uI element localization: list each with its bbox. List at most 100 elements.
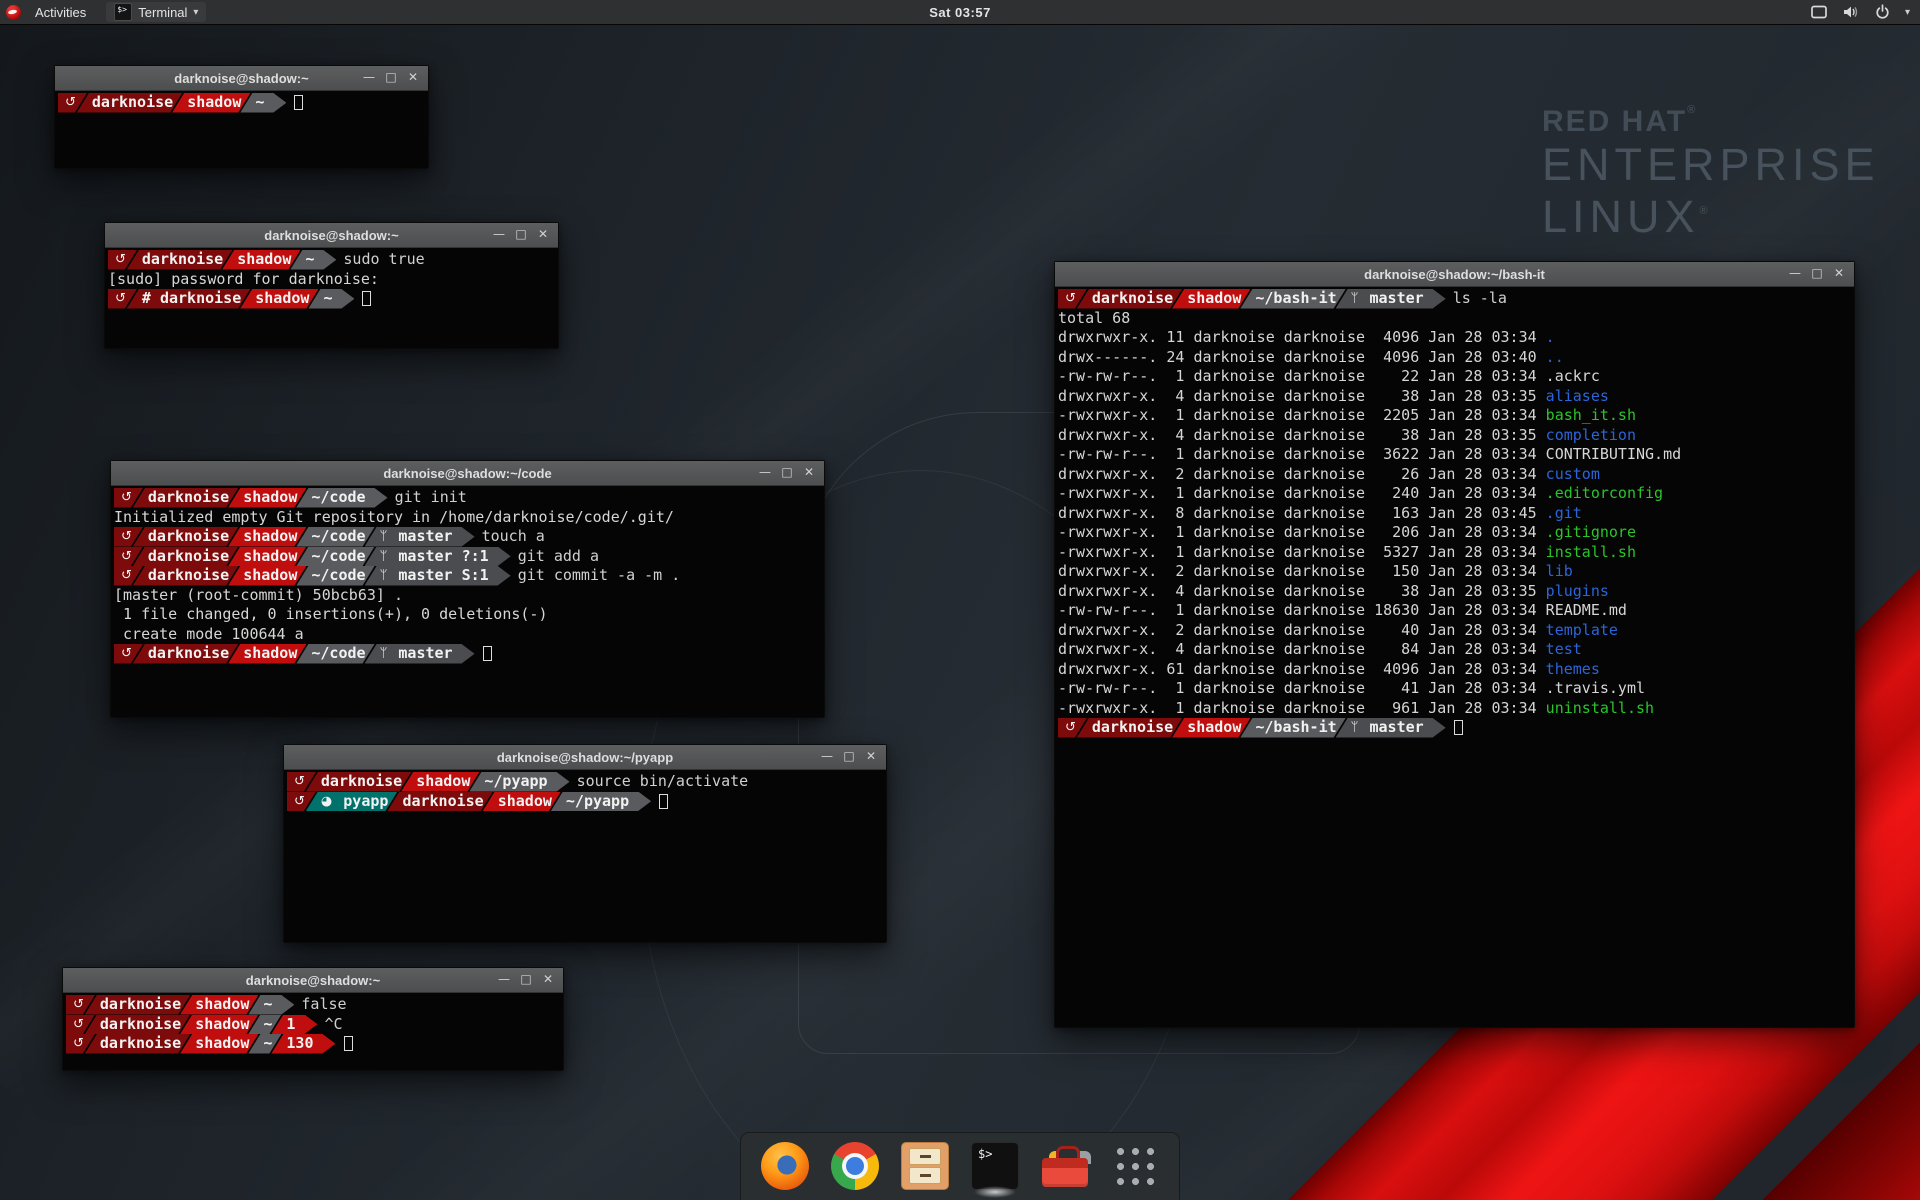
- dock-item-app-grid[interactable]: [1111, 1142, 1159, 1190]
- prompt-segment: ~/code: [296, 527, 374, 547]
- command-text: ^C: [324, 1015, 342, 1035]
- output-line: drwxrwxr-x. 2 darknoise darknoise 26 Jan…: [1058, 465, 1852, 485]
- terminal-cursor[interactable]: [344, 1036, 353, 1051]
- output-text: -rwxrwxr-x. 1 darknoise darknoise 961 Ja…: [1058, 699, 1546, 719]
- command-text: git add a: [518, 547, 599, 567]
- notification-tray-icon[interactable]: [1810, 4, 1828, 20]
- dock-item-toolbox[interactable]: [1041, 1142, 1089, 1190]
- file-name: aliases: [1546, 387, 1609, 407]
- close-button[interactable]: ✕: [800, 464, 818, 482]
- terminal-cursor[interactable]: [659, 794, 668, 809]
- redhat-logo-icon: [6, 5, 21, 20]
- registered-mark: ®: [1700, 205, 1713, 217]
- terminal-content[interactable]: ↺darknoiseshadow~: [55, 91, 428, 168]
- dock-item-file-manager[interactable]: [901, 1142, 949, 1190]
- app-menu-terminal[interactable]: $> Terminal ▾: [106, 2, 206, 22]
- window-titlebar[interactable]: darknoise@shadow:~ —□✕: [63, 968, 563, 993]
- maximize-button[interactable]: □: [778, 464, 796, 482]
- close-button[interactable]: ✕: [862, 748, 880, 766]
- maximize-button[interactable]: □: [512, 226, 530, 244]
- maximize-button[interactable]: □: [1808, 265, 1826, 283]
- terminal-cursor[interactable]: [362, 291, 371, 306]
- close-button[interactable]: ✕: [404, 69, 422, 87]
- maximize-button[interactable]: □: [517, 971, 535, 989]
- output-text: drwxrwxr-x. 4 darknoise darknoise 84 Jan…: [1058, 640, 1546, 660]
- output-text: -rw-rw-r--. 1 darknoise darknoise 41 Jan…: [1058, 679, 1546, 699]
- prompt-segment: darknoise: [133, 566, 238, 586]
- power-icon[interactable]: [1874, 4, 1891, 20]
- redhat-icon: ↺: [294, 792, 305, 812]
- clock[interactable]: Sat 03:57: [929, 5, 991, 20]
- window-title: darknoise@shadow:~: [63, 973, 563, 988]
- minimize-button[interactable]: —: [756, 464, 774, 482]
- terminal-window: darknoise@shadow:~/bash-it —□✕ ↺darknois…: [1054, 261, 1855, 1028]
- terminal-window: darknoise@shadow:~/code —□✕ ↺darknoisesh…: [110, 460, 825, 718]
- terminal-content[interactable]: ↺darknoiseshadow~/bash-itᛘ masterls -lat…: [1055, 287, 1854, 1027]
- output-line: -rw-rw-r--. 1 darknoise darknoise 3622 J…: [1058, 445, 1852, 465]
- terminal-content[interactable]: ↺darknoiseshadow~/pyappsource bin/activa…: [284, 770, 886, 942]
- prompt-segment: darknoise: [1077, 289, 1182, 309]
- prompt-line: ↺◕ pyappdarknoiseshadow~/pyapp: [287, 792, 884, 812]
- output-text: drwxrwxr-x. 4 darknoise darknoise 38 Jan…: [1058, 387, 1546, 407]
- terminal-cursor[interactable]: [483, 646, 492, 661]
- prompt-segment: ᛘ master S:1: [365, 566, 511, 586]
- window-titlebar[interactable]: darknoise@shadow:~/bash-it —□✕: [1055, 262, 1854, 287]
- dock-item-chrome-browser[interactable]: [831, 1142, 879, 1190]
- prompt-line: ↺darknoiseshadow~130: [66, 1034, 561, 1054]
- git-branch-icon: ᛘ: [380, 644, 388, 664]
- minimize-button[interactable]: —: [490, 226, 508, 244]
- window-title: darknoise@shadow:~/bash-it: [1055, 267, 1854, 282]
- file-name: .travis.yml: [1546, 679, 1645, 699]
- window-titlebar[interactable]: darknoise@shadow:~ —□✕: [55, 66, 428, 91]
- output-text: -rwxrwxr-x. 1 darknoise darknoise 2205 J…: [1058, 406, 1546, 426]
- minimize-button[interactable]: —: [495, 971, 513, 989]
- dock-item-terminal[interactable]: $>: [971, 1142, 1019, 1190]
- app-grid-icon: [1113, 1144, 1158, 1189]
- output-line: drwx------. 24 darknoise darknoise 4096 …: [1058, 348, 1852, 368]
- maximize-button[interactable]: □: [840, 748, 858, 766]
- prompt-segment: darknoise: [85, 1015, 190, 1035]
- output-line: Initialized empty Git repository in /hom…: [114, 508, 822, 528]
- prompt-segment: ~/pyapp: [469, 772, 569, 792]
- window-titlebar[interactable]: darknoise@shadow:~/pyapp —□✕: [284, 745, 886, 770]
- terminal-content[interactable]: ↺darknoiseshadow~false↺darknoiseshadow~1…: [63, 993, 563, 1070]
- redhat-icon: ↺: [73, 1015, 84, 1035]
- file-name: .editorconfig: [1546, 484, 1663, 504]
- terminal-content[interactable]: ↺darknoiseshadow~/codegit initInitialize…: [111, 486, 824, 717]
- output-line: -rw-rw-r--. 1 darknoise darknoise 18630 …: [1058, 601, 1852, 621]
- output-line: -rw-rw-r--. 1 darknoise darknoise 22 Jan…: [1058, 367, 1852, 387]
- toolbox-icon: [1041, 1142, 1089, 1190]
- output-line: drwxrwxr-x. 4 darknoise darknoise 84 Jan…: [1058, 640, 1852, 660]
- close-button[interactable]: ✕: [534, 226, 552, 244]
- activities-button[interactable]: Activities: [27, 3, 94, 22]
- prompt-line: ↺darknoiseshadow~/codeᛘ master ?:1git ad…: [114, 547, 822, 567]
- terminal-cursor[interactable]: [294, 95, 303, 110]
- output-line: -rwxrwxr-x. 1 darknoise darknoise 240 Ja…: [1058, 484, 1852, 504]
- maximize-button[interactable]: □: [382, 69, 400, 87]
- prompt-segment: ~/pyapp: [551, 792, 651, 812]
- redhat-icon: ↺: [115, 289, 126, 309]
- terminal-content[interactable]: ↺darknoiseshadow~sudo true[sudo] passwor…: [105, 248, 558, 348]
- chevron-down-icon[interactable]: ▾: [1905, 7, 1910, 18]
- minimize-button[interactable]: —: [1786, 265, 1804, 283]
- redhat-icon: ↺: [121, 547, 132, 567]
- window-controls: —□✕: [360, 69, 428, 87]
- terminal-window: darknoise@shadow:~/pyapp —□✕ ↺darknoises…: [283, 744, 887, 943]
- window-titlebar[interactable]: darknoise@shadow:~/code —□✕: [111, 461, 824, 486]
- output-text: [sudo] password for darknoise:: [108, 270, 379, 290]
- terminal-cursor[interactable]: [1454, 720, 1463, 735]
- window-titlebar[interactable]: darknoise@shadow:~ —□✕: [105, 223, 558, 248]
- output-line: drwxrwxr-x. 2 darknoise darknoise 150 Ja…: [1058, 562, 1852, 582]
- command-text: git init: [395, 488, 467, 508]
- volume-icon[interactable]: [1842, 4, 1860, 20]
- top-bar: Activities $> Terminal ▾ Sat 03:57 ▾: [0, 0, 1920, 25]
- prompt-line: ↺darknoiseshadow~/codeᛘ mastertouch a: [114, 527, 822, 547]
- output-text: Initialized empty Git repository in /hom…: [114, 508, 674, 528]
- prompt-segment: darknoise: [133, 527, 238, 547]
- dock-item-firefox-browser[interactable]: [761, 1142, 809, 1190]
- prompt-segment: ◕ pyapp: [306, 792, 398, 812]
- minimize-button[interactable]: —: [818, 748, 836, 766]
- minimize-button[interactable]: —: [360, 69, 378, 87]
- close-button[interactable]: ✕: [1830, 265, 1848, 283]
- close-button[interactable]: ✕: [539, 971, 557, 989]
